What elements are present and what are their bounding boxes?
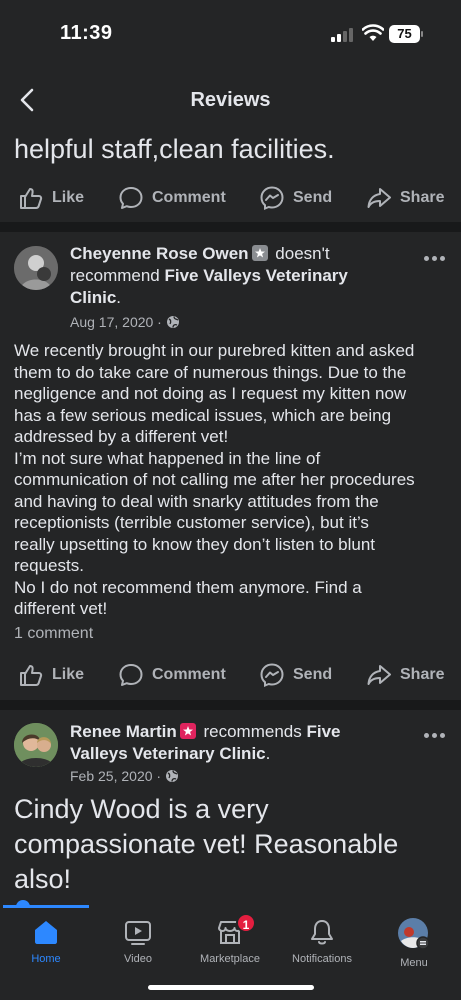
review-line: them to do take care of numerous things.… xyxy=(14,362,407,382)
battery-level: 75 xyxy=(397,26,412,41)
bell-icon xyxy=(311,920,333,945)
review-line: communication of not calling me after he… xyxy=(14,470,415,489)
nav-home[interactable]: Home xyxy=(0,917,92,977)
avatar[interactable] xyxy=(14,723,58,767)
comment-label: Comment xyxy=(152,666,226,683)
send-label: Send xyxy=(293,666,333,683)
nav-label: Video xyxy=(124,953,152,965)
review-body: We recently brought in our purebred kitt… xyxy=(14,340,454,620)
post-date: Aug 17, 2020 · xyxy=(70,314,162,330)
comment-button[interactable]: Comment xyxy=(118,178,226,218)
post-date: Feb 25, 2020 · xyxy=(70,768,162,784)
review-body: Cindy Wood is a very compassionate vet! … xyxy=(14,794,399,894)
review-line: has a few serious medical issues, which … xyxy=(14,405,392,425)
messenger-icon xyxy=(260,663,284,687)
header: Reviews xyxy=(0,78,461,122)
reviewer-line: Renee Martin recommends Five Valleys Vet… xyxy=(70,722,341,763)
post-actions: Like Comment Send Share xyxy=(0,655,461,695)
comment-label: Comment xyxy=(152,189,226,206)
messenger-icon xyxy=(260,186,284,210)
nav-label: Marketplace xyxy=(200,953,260,965)
nav-menu[interactable]: Menu xyxy=(368,917,460,977)
like-label: Like xyxy=(52,666,85,683)
share-icon xyxy=(367,188,391,208)
comment-icon xyxy=(119,187,143,209)
like-label: Like xyxy=(52,189,85,206)
review-line: receptionists (terrible customer service… xyxy=(14,513,369,532)
nav-label: Notifications xyxy=(292,953,352,965)
globe-icon xyxy=(166,316,179,328)
review-line: No I do not recommend them anymore. Find… xyxy=(14,577,362,597)
share-label: Share xyxy=(400,189,445,206)
reviewer-name[interactable]: Renee Martin xyxy=(70,722,177,741)
avatar[interactable] xyxy=(14,246,58,290)
review-line: I’m not sure what happened in the line o… xyxy=(14,448,321,468)
send-button[interactable]: Send xyxy=(259,178,332,218)
video-icon xyxy=(125,921,151,945)
review-line: different vet! xyxy=(14,599,108,618)
reviewer-name[interactable]: Cheyenne Rose Owen xyxy=(70,244,249,263)
previous-review-text: helpful staff,clean facilities. xyxy=(14,134,335,164)
review-line: and having to deal with snarky attitudes… xyxy=(14,491,379,511)
comment-button[interactable]: Comment xyxy=(118,655,226,695)
status-time: 11:39 xyxy=(60,22,113,44)
post-divider xyxy=(0,222,461,232)
page-title: Reviews xyxy=(190,89,271,111)
status-bar: 11:39 75 xyxy=(0,0,461,70)
nav-video[interactable]: Video xyxy=(92,917,184,977)
post-meta: Aug 17, 2020 · xyxy=(70,314,180,330)
more-options-icon[interactable] xyxy=(420,248,450,268)
like-button[interactable]: Like xyxy=(18,655,84,695)
nav-marketplace[interactable]: 1 Marketplace xyxy=(184,913,276,977)
nav-notifications[interactable]: Notifications xyxy=(276,917,368,977)
send-button[interactable]: Send xyxy=(259,655,332,695)
cellular-signal-icon xyxy=(331,28,353,42)
not-recommend-badge-icon xyxy=(251,245,268,261)
nav-label: Home xyxy=(31,953,61,965)
review-line: addressed by a different vet! xyxy=(14,427,229,446)
more-options-icon[interactable] xyxy=(420,725,450,745)
home-indicator xyxy=(148,985,314,990)
review-verb: recommends xyxy=(203,722,302,741)
send-label: Send xyxy=(293,189,333,206)
share-icon xyxy=(367,665,391,685)
battery-icon: 75 xyxy=(389,25,423,43)
reviewer-photo xyxy=(14,246,58,290)
post-meta: Feb 25, 2020 · xyxy=(70,768,179,784)
globe-icon xyxy=(166,770,179,782)
notification-badge: 1 xyxy=(236,913,256,933)
comments-count-link[interactable]: 1 comment xyxy=(14,625,93,643)
share-label: Share xyxy=(400,666,445,683)
thumbs-up-icon xyxy=(20,188,43,209)
share-button[interactable]: Share xyxy=(366,655,444,695)
like-button[interactable]: Like xyxy=(18,178,84,218)
post-divider xyxy=(0,700,461,710)
reviewer-photo xyxy=(14,723,58,767)
review-line: negligence and not doing as I request my… xyxy=(14,384,407,403)
home-icon xyxy=(35,921,57,944)
active-tab-indicator xyxy=(3,905,89,908)
menu-avatar-icon xyxy=(398,918,430,950)
review-line: really upsetting to know they don’t list… xyxy=(14,534,375,554)
review-line: requests. xyxy=(14,556,84,575)
wifi-icon xyxy=(362,24,384,41)
recommend-badge-icon xyxy=(179,723,196,739)
share-button[interactable]: Share xyxy=(366,178,444,218)
review-line: We recently brought in our purebred kitt… xyxy=(14,341,415,360)
nav-label: Menu xyxy=(400,957,428,969)
previous-post-actions: Like Comment Send Share xyxy=(0,178,461,218)
thumbs-up-icon xyxy=(20,665,43,686)
comment-icon xyxy=(119,664,143,686)
reviewer-line: Cheyenne Rose Owen doesn't recommend Fiv… xyxy=(70,244,348,307)
